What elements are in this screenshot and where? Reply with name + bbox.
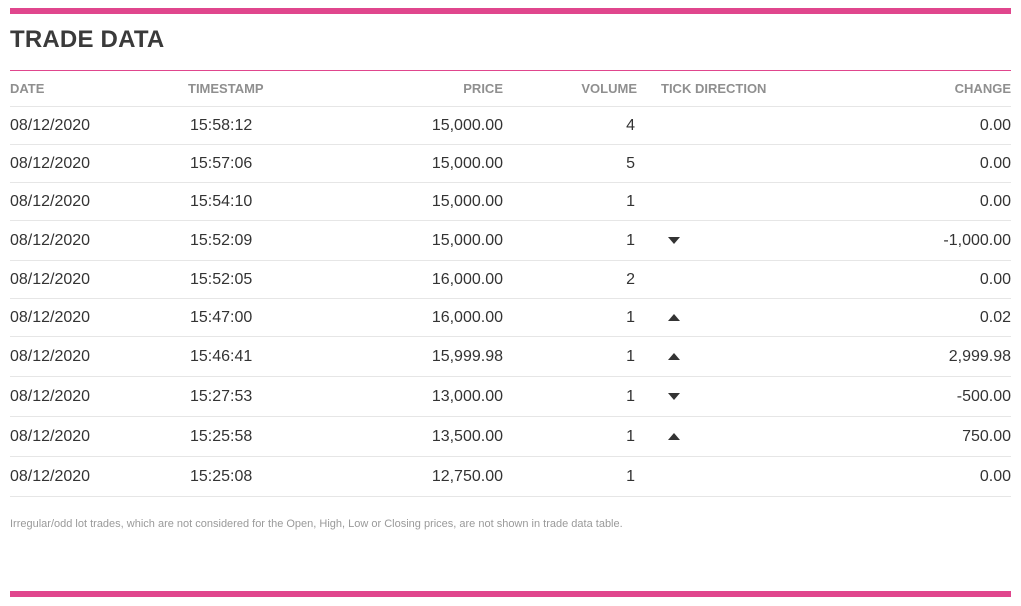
tick-down-icon (668, 236, 680, 244)
cell-tick-direction (637, 416, 837, 457)
cell-date: 08/12/2020 (10, 260, 188, 299)
cell-change: -500.00 (837, 376, 1011, 417)
cell-date: 08/12/2020 (10, 106, 188, 145)
tick-up-icon (668, 352, 680, 360)
cell-timestamp: 15:52:09 (188, 220, 388, 261)
cell-tick-direction (637, 456, 837, 497)
cell-date: 08/12/2020 (10, 298, 188, 337)
cell-date: 08/12/2020 (10, 220, 188, 261)
cell-change: -1,000.00 (837, 220, 1011, 261)
cell-volume: 5 (503, 144, 637, 183)
cell-price: 16,000.00 (388, 298, 503, 337)
cell-tick-direction (637, 106, 837, 145)
table-row: 08/12/2020 15:25:58 13,500.00 1 750.00 (10, 416, 1011, 457)
table-row: 08/12/2020 15:58:12 15,000.00 4 0.00 (10, 106, 1011, 145)
cell-timestamp: 15:58:12 (188, 106, 388, 145)
cell-timestamp: 15:25:58 (188, 416, 388, 457)
column-header-price: PRICE (388, 70, 503, 107)
cell-change: 0.00 (837, 144, 1011, 183)
cell-tick-direction (637, 298, 837, 337)
cell-date: 08/12/2020 (10, 416, 188, 457)
cell-price: 13,500.00 (388, 416, 503, 457)
cell-change: 0.00 (837, 260, 1011, 299)
cell-tick-direction (637, 376, 837, 417)
table-row: 08/12/2020 15:27:53 13,000.00 1 -500.00 (10, 376, 1011, 417)
tick-down-icon (668, 392, 680, 400)
cell-timestamp: 15:57:06 (188, 144, 388, 183)
cell-change: 750.00 (837, 416, 1011, 457)
cell-price: 13,000.00 (388, 376, 503, 417)
cell-price: 16,000.00 (388, 260, 503, 299)
table-row: 08/12/2020 15:46:41 15,999.98 1 2,999.98 (10, 336, 1011, 377)
cell-timestamp: 15:46:41 (188, 336, 388, 377)
cell-timestamp: 15:54:10 (188, 182, 388, 221)
column-header-timestamp: TIMESTAMP (188, 70, 388, 107)
cell-date: 08/12/2020 (10, 182, 188, 221)
cell-price: 15,999.98 (388, 336, 503, 377)
bottom-accent-bar (10, 591, 1011, 597)
cell-price: 15,000.00 (388, 144, 503, 183)
table-body: 08/12/2020 15:58:12 15,000.00 4 0.00 08/12/20… (10, 106, 1011, 497)
column-header-volume: VOLUME (503, 70, 637, 107)
table-row: 08/12/2020 15:47:00 16,000.00 1 0.02 (10, 298, 1011, 337)
cell-date: 08/12/2020 (10, 144, 188, 183)
cell-timestamp: 15:27:53 (188, 376, 388, 417)
cell-timestamp: 15:52:05 (188, 260, 388, 299)
cell-price: 15,000.00 (388, 220, 503, 261)
cell-tick-direction (637, 182, 837, 221)
cell-volume: 1 (503, 376, 637, 417)
trade-data-panel: DATE TIMESTAMP PRICE VOLUME TICK DIRECTI… (10, 70, 1011, 497)
trade-data-table: DATE TIMESTAMP PRICE VOLUME TICK DIRECTI… (10, 70, 1011, 497)
cell-tick-direction (637, 144, 837, 183)
cell-change: 0.02 (837, 298, 1011, 337)
cell-date: 08/12/2020 (10, 336, 188, 377)
table-row: 08/12/2020 15:54:10 15,000.00 1 0.00 (10, 182, 1011, 221)
cell-volume: 1 (503, 182, 637, 221)
tick-up-icon (668, 313, 680, 321)
tick-up-icon (668, 432, 680, 440)
cell-volume: 1 (503, 336, 637, 377)
cell-volume: 1 (503, 220, 637, 261)
table-row: 08/12/2020 15:57:06 15,000.00 5 0.00 (10, 144, 1011, 183)
header-row: DATE TIMESTAMP PRICE VOLUME TICK DIRECTI… (10, 70, 1011, 107)
top-accent-bar (10, 8, 1011, 14)
table-row: 08/12/2020 15:52:05 16,000.00 2 0.00 (10, 260, 1011, 299)
cell-tick-direction (637, 220, 837, 261)
cell-timestamp: 15:47:00 (188, 298, 388, 337)
cell-price: 15,000.00 (388, 106, 503, 145)
page-title: TRADE DATA (10, 26, 165, 53)
cell-volume: 1 (503, 416, 637, 457)
cell-date: 08/12/2020 (10, 376, 188, 417)
cell-change: 0.00 (837, 182, 1011, 221)
cell-price: 15,000.00 (388, 182, 503, 221)
column-header-date: DATE (10, 70, 188, 107)
table-row: 08/12/2020 15:25:08 12,750.00 1 0.00 (10, 456, 1011, 497)
column-header-tick-direction: TICK DIRECTION (637, 70, 837, 107)
cell-timestamp: 15:25:08 (188, 456, 388, 497)
cell-change: 0.00 (837, 456, 1011, 497)
cell-tick-direction (637, 260, 837, 299)
cell-price: 12,750.00 (388, 456, 503, 497)
cell-tick-direction (637, 336, 837, 377)
cell-volume: 2 (503, 260, 637, 299)
table-header: DATE TIMESTAMP PRICE VOLUME TICK DIRECTI… (10, 70, 1011, 107)
column-header-change: CHANGE (837, 70, 1011, 107)
cell-change: 0.00 (837, 106, 1011, 145)
cell-change: 2,999.98 (837, 336, 1011, 377)
table-row: 08/12/2020 15:52:09 15,000.00 1 -1,000.00 (10, 220, 1011, 261)
footnote: Irregular/odd lot trades, which are not … (10, 518, 623, 530)
cell-volume: 4 (503, 106, 637, 145)
cell-volume: 1 (503, 298, 637, 337)
cell-volume: 1 (503, 456, 637, 497)
cell-date: 08/12/2020 (10, 456, 188, 497)
